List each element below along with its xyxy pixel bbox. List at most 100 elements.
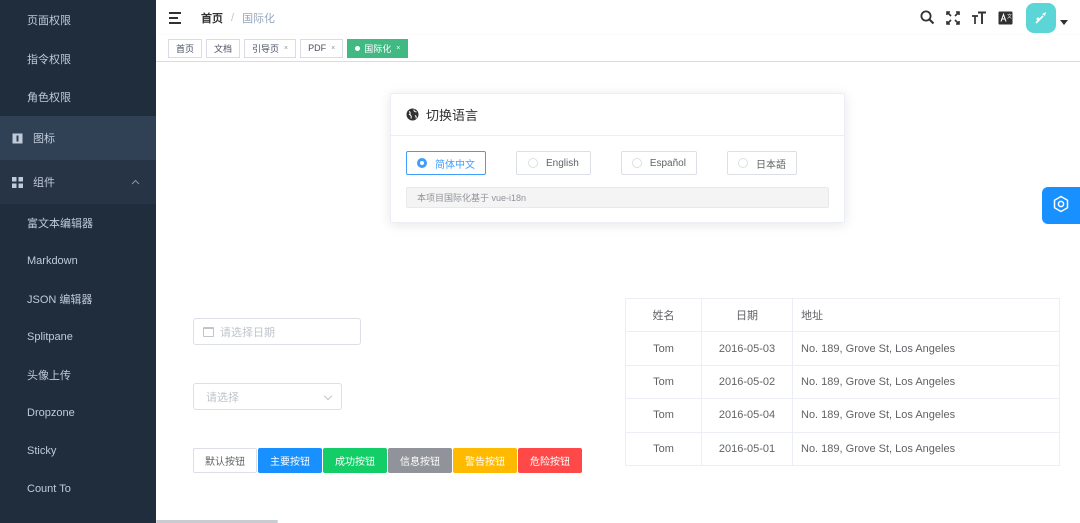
sidebar-item-markdown[interactable]: Markdown xyxy=(0,242,156,280)
cell-date: 2016-05-03 xyxy=(701,331,793,366)
sidebar-item-label: 角色权限 xyxy=(27,92,71,104)
warning-button[interactable]: 警告按钮 xyxy=(453,448,517,473)
card-title: 切换语言 xyxy=(426,108,479,123)
sidebar-item-role-permission[interactable]: 角色权限 xyxy=(0,78,156,116)
table-row: Tom 2016-05-03 No. 189, Grove St, Los An… xyxy=(625,331,1060,366)
button-group: 默认按钮 主要按钮 成功按钮 信息按钮 警告按钮 危险按钮 xyxy=(193,448,583,473)
radio-es[interactable]: Español xyxy=(620,151,697,175)
primary-button[interactable]: 主要按钮 xyxy=(258,448,322,473)
sidebar-item-dropzone[interactable]: Dropzone xyxy=(0,394,156,432)
select-input[interactable]: 请选择 xyxy=(193,383,342,410)
date-picker-placeholder: 请选择日期 xyxy=(220,326,275,339)
sidebar-item-count-to[interactable]: Count To xyxy=(0,470,156,508)
sidebar-item-label: Markdown xyxy=(27,255,78,267)
cell-address: No. 189, Grove St, Los Angeles xyxy=(792,431,1060,466)
calendar-icon xyxy=(203,326,214,337)
sidebar-item-label: Splitpane xyxy=(27,331,73,343)
table-row: Tom 2016-05-02 No. 189, Grove St, Los An… xyxy=(625,364,1060,400)
tag-documentation[interactable]: 文档 xyxy=(206,38,241,58)
sidebar-item-components[interactable]: 组件 xyxy=(0,160,156,204)
tag-i18n[interactable]: 国际化 × xyxy=(347,38,409,58)
sidebar-item-label: 组件 xyxy=(33,177,55,189)
date-picker[interactable]: 请选择日期 xyxy=(193,318,361,345)
close-icon[interactable]: × xyxy=(284,45,288,52)
sidebar-item-label: Dropzone xyxy=(27,407,75,419)
navbar: 首页 / 国际化 文 xyxy=(156,0,1080,35)
column-header-address: 地址 xyxy=(792,297,1060,333)
sidebar-item-label: 富文本编辑器 xyxy=(27,218,93,230)
chevron-down-icon xyxy=(323,391,333,401)
breadcrumb: 首页 / 国际化 xyxy=(201,10,275,26)
cell-address: No. 189, Grove St, Los Angeles xyxy=(792,398,1060,433)
sidebar-item-label: 页面权限 xyxy=(27,15,71,27)
success-button[interactable]: 成功按钮 xyxy=(323,448,387,473)
radio-checked-icon xyxy=(417,158,427,168)
column-header-name: 姓名 xyxy=(625,297,702,333)
sidebar: 页面权限 指令权限 角色权限 图标 组件 富文本编辑器 Markdown JSO… xyxy=(0,0,156,523)
radio-label: Español xyxy=(649,157,686,169)
breadcrumb-home[interactable]: 首页 xyxy=(201,10,223,26)
app-main: 切换语言 简体中文 English Español 日本語 本项目国际化基于 v… xyxy=(156,62,1080,523)
sidebar-item-sticky[interactable]: Sticky xyxy=(0,432,156,470)
danger-button[interactable]: 危险按钮 xyxy=(518,448,582,473)
table-header-row: 姓名 日期 地址 xyxy=(625,297,1060,333)
hamburger-icon[interactable] xyxy=(169,11,183,24)
close-icon[interactable]: × xyxy=(331,45,335,52)
tag-guide[interactable]: 引导页 × xyxy=(244,38,297,58)
gear-icon xyxy=(1052,195,1070,216)
radio-label: 日本語 xyxy=(755,159,786,171)
tag-label: 首页 xyxy=(176,43,195,54)
info-tip: 本项目国际化基于 vue-i18n xyxy=(406,187,829,208)
sidebar-item-directive-permission[interactable]: 指令权限 xyxy=(0,40,156,78)
settings-button[interactable] xyxy=(1042,187,1080,224)
column-header-date: 日期 xyxy=(701,297,793,333)
radio-unchecked-icon xyxy=(631,158,642,168)
text-size-icon[interactable] xyxy=(970,9,988,27)
sidebar-item-json-editor[interactable]: JSON 编辑器 xyxy=(0,280,156,318)
cell-name: Tom xyxy=(625,364,702,400)
sidebar-item-label: Sticky xyxy=(27,445,57,457)
globe-icon xyxy=(406,108,419,121)
close-icon[interactable]: × xyxy=(396,45,400,52)
table-row: Tom 2016-05-04 No. 189, Grove St, Los An… xyxy=(625,398,1060,433)
sidebar-item-page-permission[interactable]: 页面权限 xyxy=(0,0,156,40)
caret-down-icon[interactable] xyxy=(1060,18,1070,27)
active-dot-icon xyxy=(355,45,361,51)
tag-home[interactable]: 首页 xyxy=(168,38,203,58)
tag-pdf[interactable]: PDF × xyxy=(300,38,344,58)
radio-ja[interactable]: 日本語 xyxy=(726,151,797,175)
cell-date: 2016-05-04 xyxy=(701,398,793,433)
radio-label: 简体中文 xyxy=(435,159,475,171)
sidebar-item-label: JSON 编辑器 xyxy=(27,294,93,306)
radio-zh[interactable]: 简体中文 xyxy=(406,151,486,175)
cell-name: Tom xyxy=(625,331,702,366)
sidebar-item-label: 图标 xyxy=(33,133,55,145)
translate-icon[interactable]: 文 xyxy=(996,9,1014,27)
icon-icon xyxy=(11,132,23,144)
tag-label: 国际化 xyxy=(364,43,392,54)
card-header: 切换语言 xyxy=(391,94,844,136)
tags-view: 首页 文档 引导页 × PDF × 国际化 × xyxy=(156,35,1080,62)
sidebar-item-label: Count To xyxy=(27,483,71,495)
sidebar-item-rich-text-editor[interactable]: 富文本编辑器 xyxy=(0,204,156,242)
breadcrumb-separator: / xyxy=(231,11,235,24)
tag-label: 引导页 xyxy=(252,43,280,54)
default-button[interactable]: 默认按钮 xyxy=(193,448,257,473)
sidebar-item-label: 头像上传 xyxy=(27,370,71,382)
svg-text:文: 文 xyxy=(1007,13,1012,20)
sidebar-item-avatar-upload[interactable]: 头像上传 xyxy=(0,356,156,394)
radio-unchecked-icon xyxy=(737,158,748,168)
search-icon[interactable] xyxy=(918,9,936,27)
radio-en[interactable]: English xyxy=(516,151,591,175)
avatar[interactable] xyxy=(1026,2,1056,33)
cell-name: Tom xyxy=(625,431,702,466)
sidebar-item-icons[interactable]: 图标 xyxy=(0,116,156,160)
radio-label: English xyxy=(546,157,579,169)
cell-address: No. 189, Grove St, Los Angeles xyxy=(792,364,1060,400)
radio-unchecked-icon xyxy=(528,158,538,168)
chevron-up-icon xyxy=(131,177,140,187)
info-button[interactable]: 信息按钮 xyxy=(388,448,452,473)
fullscreen-icon[interactable] xyxy=(944,9,962,27)
language-radio-group: 简体中文 English Español 日本語 xyxy=(391,136,844,175)
sidebar-item-splitpane[interactable]: Splitpane xyxy=(0,318,156,356)
